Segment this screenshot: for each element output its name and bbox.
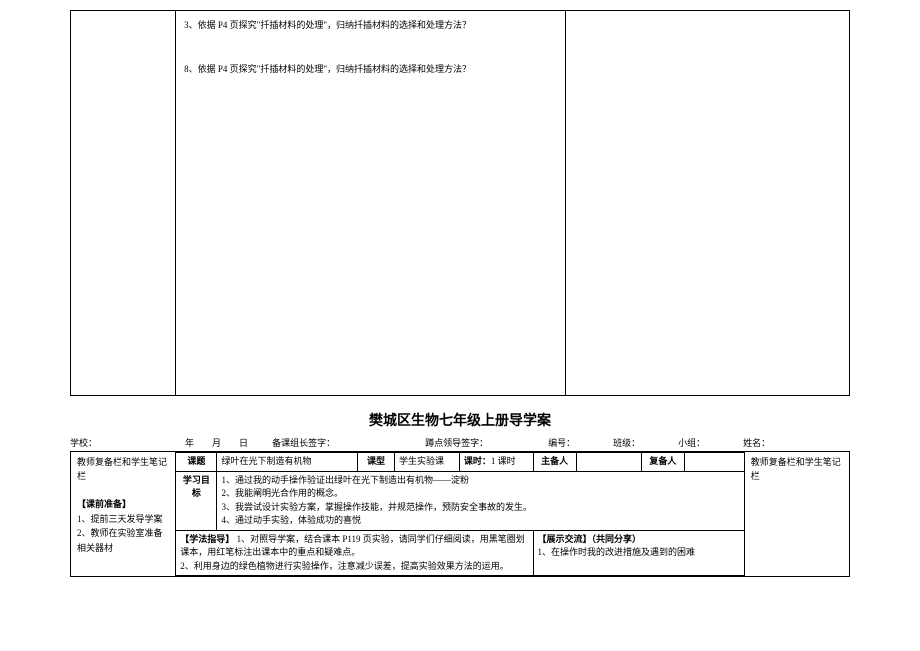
share-cell: 【展示交流】（共同分享） 1、在操作时我的改进措施及遇到的困难: [533, 530, 744, 576]
method-2: 2、利用身边的绿色植物进行实验操作，注意减少误差，提高实验效果方法的运用。: [180, 560, 528, 574]
prep-heading: 【课前准备】: [77, 497, 169, 511]
question-3: 3、依据 P4 页探究"扦插材料的处理"，归纳扦插材料的选择和处理方法？: [184, 17, 557, 33]
host-label: 主备人: [533, 453, 576, 472]
share-heading: 【展示交流】（共同分享）: [538, 533, 740, 547]
reviewer-label: 复备人: [641, 453, 684, 472]
header-info-line: 学校： 年 月 日 备课组长签字： 蹲点领导签字： 编号： 班级： 小组： 姓名…: [70, 436, 850, 449]
host-value: [576, 453, 641, 472]
upper-right-cell: [565, 11, 849, 396]
label-year: 年: [185, 436, 194, 449]
objectives-label: 学习目标: [176, 471, 217, 530]
label-name: 姓名：: [743, 436, 770, 449]
document-title: 樊城区生物七年级上册导学案: [70, 410, 850, 430]
upper-questions-cell: 3、依据 P4 页探究"扦插材料的处理"，归纳扦插材料的选择和处理方法？ 8、依…: [176, 11, 566, 396]
share-item-1: 1、在操作时我的改进措施及遇到的困难: [538, 546, 740, 560]
label-prep-sign: 备课组长签字：: [272, 436, 335, 449]
label-id: 编号：: [548, 436, 575, 449]
label-school: 学校：: [70, 436, 97, 449]
lesson-plan-table: 教师复备栏和学生笔记栏 【课前准备】 1、提前三天发导学案 2、教师在实验室准备…: [70, 451, 850, 577]
label-group: 小组：: [678, 436, 705, 449]
prep-item-2: 2、教师在实验室准备相关器材: [77, 526, 169, 555]
time-cell: 课时：1 课时: [459, 453, 533, 472]
right-margin-title: 教师复备栏和学生笔记栏: [751, 456, 843, 483]
label-class: 班级：: [613, 436, 640, 449]
type-label: 课型: [358, 453, 395, 472]
right-margin-column: 教师复备栏和学生笔记栏: [745, 451, 850, 577]
left-margin-column: 教师复备栏和学生笔记栏 【课前准备】 1、提前三天发导学案 2、教师在实验室准备…: [70, 451, 175, 577]
methods-cell: 【学法指导】 1、对照导学案，结合课本 P119 页实验，请同学们仔细阅读，用黑…: [176, 530, 533, 576]
topic-label: 课题: [176, 453, 217, 472]
objective-1: 1、通过我的动手操作验证出绿叶在光下制造出有机物——淀粉: [221, 474, 739, 488]
topic-value: 绿叶在光下制造有机物: [217, 453, 358, 472]
upper-continuation-table: 3、依据 P4 页探究"扦插材料的处理"，归纳扦插材料的选择和处理方法？ 8、依…: [70, 10, 850, 396]
label-month: 月: [212, 436, 221, 449]
objective-3: 3、我尝试设计实验方案，掌握操作技能，并规范操作，预防安全事故的发生。: [221, 501, 739, 515]
left-margin-title: 教师复备栏和学生笔记栏: [77, 456, 169, 483]
objectives-cell: 1、通过我的动手操作验证出绿叶在光下制造出有机物——淀粉 2、我能阐明光合作用的…: [217, 471, 744, 530]
upper-left-margin-cell: [71, 11, 176, 396]
objective-4: 4、通过动手实验，体验成功的喜悦: [221, 514, 739, 528]
label-day: 日: [239, 436, 248, 449]
time-label: 课时：: [464, 456, 491, 466]
time-value: 1 课时: [491, 456, 516, 466]
label-leader-sign: 蹲点领导签字：: [425, 436, 488, 449]
reviewer-value: [685, 453, 745, 472]
prep-item-1: 1、提前三天发导学案: [77, 512, 169, 526]
type-value: 学生实验课: [394, 453, 459, 472]
question-8: 8、依据 P4 页探究"扦插材料的处理"，归纳扦插材料的选择和处理方法？: [184, 61, 557, 77]
objective-2: 2、我能阐明光合作用的概念。: [221, 487, 739, 501]
methods-heading: 【学法指导】: [180, 534, 234, 544]
